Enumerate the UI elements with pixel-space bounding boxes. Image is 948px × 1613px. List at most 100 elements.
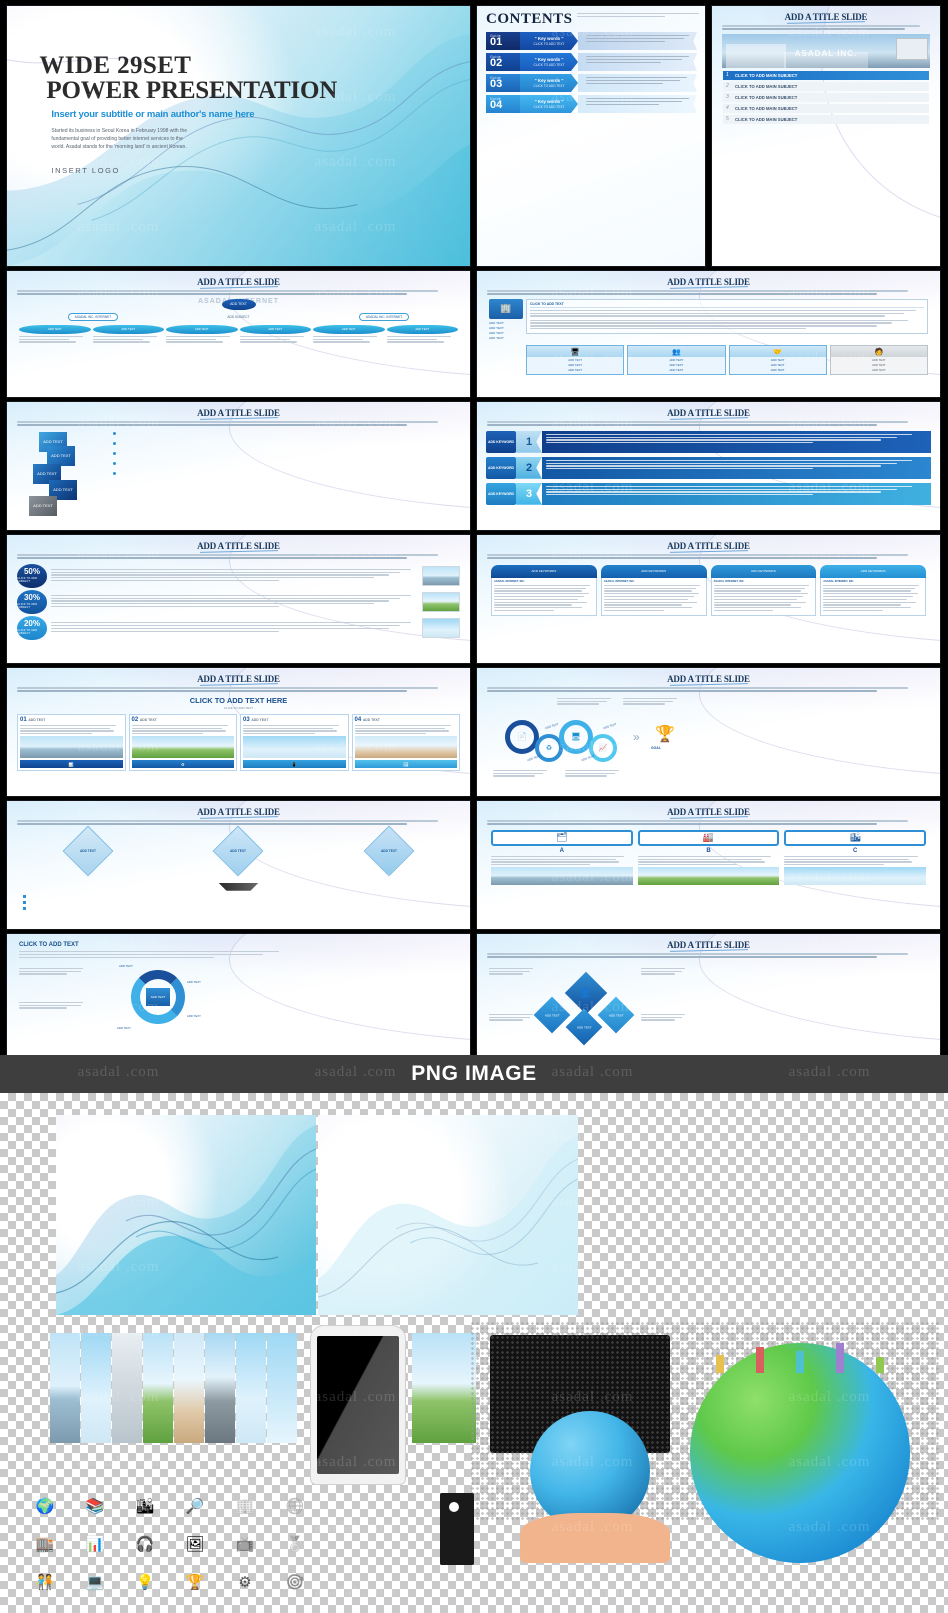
percent-item[interactable]: 30% CLICK TO ADD SUBJECT xyxy=(17,589,460,614)
png-photo-house[interactable] xyxy=(412,1333,476,1443)
org-root-node[interactable]: ADD TEXT xyxy=(13,298,464,310)
org-node[interactable]: ADD TEXT xyxy=(92,324,164,344)
four-card[interactable]: ADD KEYWORDS ASADAL INTERNET, INC. xyxy=(600,564,707,616)
medal-icon[interactable]: 🏅 xyxy=(272,1527,318,1561)
globe-outline-icon[interactable]: 🌐 xyxy=(272,1489,318,1523)
cube-2[interactable]: ADD TEXT xyxy=(47,445,75,466)
org-branch-row: ASADAL INC. INTERNET ADD SUBJECT ASADAL … xyxy=(13,312,464,321)
doc-card[interactable]: 🧑 ADD TEXT ADD TEXT ADD TEXT xyxy=(829,345,928,376)
company-row[interactable]: 1 CLICK TO ADD MAIN SUBJECT xyxy=(723,70,929,80)
png-low-poly-earth[interactable] xyxy=(690,1343,910,1563)
chevron-body xyxy=(542,482,931,505)
contents-row[interactable]: Guide 03 " Key words " CLICK TO ADD TEXT xyxy=(486,74,697,92)
png-image-banner: PNG IMAGE xyxy=(0,1055,948,1093)
trophy-icon[interactable]: 🏆 xyxy=(172,1565,218,1599)
numbered-sub: CLICK TO ADD TEXT xyxy=(223,705,254,710)
abc-icon-box: 🏙 xyxy=(784,829,927,846)
ring-label: ADD TEXT xyxy=(544,721,560,730)
abc-item[interactable]: 🏭 B xyxy=(637,829,780,886)
books-icon[interactable]: 📚 xyxy=(72,1489,118,1523)
company-row[interactable]: 4 CLICK TO ADD MAIN SUBJECT xyxy=(723,103,929,113)
slide-four-cards[interactable]: ADD A TITLE SLIDE ADD KEYWORDS ASADAL IN… xyxy=(476,534,941,664)
percent-text xyxy=(47,622,422,633)
org-branch[interactable]: ASADAL INC. INTERNET xyxy=(67,312,119,321)
png-dark-slab[interactable] xyxy=(440,1493,474,1565)
lightbulb-icon[interactable]: 💡 xyxy=(122,1565,168,1599)
doc-card[interactable]: 👥 ADD TEXT ADD TEXT ADD TEXT xyxy=(627,345,726,376)
slide-diamonds[interactable]: ADD A TITLE SLIDE ADD TEXT ADD TEXT ADD … xyxy=(6,800,471,930)
globe-green-icon[interactable]: 🌍 xyxy=(22,1489,68,1523)
abc-item[interactable]: 🏙 C xyxy=(784,829,927,886)
numbered-card[interactable]: 03 ADD TEXT 📱 xyxy=(240,713,349,772)
presentation-icon[interactable]: 📺 xyxy=(222,1527,268,1561)
slide-diamond-cluster[interactable]: ADD A TITLE SLIDE 👤 ADD TEXT ADD TEXT AD… xyxy=(476,933,941,1063)
chevron-item[interactable]: ADD KEYWORD 1 xyxy=(486,430,931,454)
slide-percent[interactable]: ADD A TITLE SLIDE 50% CLICK TO ADD SUBJE… xyxy=(6,534,471,664)
cluster-item[interactable]: ADD TEXT xyxy=(597,996,635,1034)
city-block-icon[interactable]: 🏙 xyxy=(122,1489,168,1523)
slide-chevrons[interactable]: ADD A TITLE SLIDE ADD KEYWORD 1 ADD KEYW… xyxy=(476,401,941,531)
contents-row[interactable]: Guide 04 " Key words " CLICK TO ADD TEXT xyxy=(486,95,697,113)
slide-org-chart[interactable]: ADD A TITLE SLIDE ASADAL INTERNET ADD TE… xyxy=(6,270,471,398)
diamond-item[interactable]: ADD TEXT xyxy=(363,825,415,877)
numbered-card[interactable]: 01 ADD TEXT 📊 xyxy=(17,713,126,772)
org-branch[interactable]: ASADAL INC. INTERNET xyxy=(358,312,410,321)
bar-chart-icon[interactable]: 📊 xyxy=(72,1527,118,1561)
doc-card[interactable]: 🖥 ADD TEXT ADD TEXT ADD TEXT xyxy=(526,345,625,376)
contents-row[interactable]: Guide 01 " Key words " CLICK TO ADD TEXT xyxy=(486,32,697,50)
chevron-item[interactable]: ADD KEYWORD 2 xyxy=(486,456,931,480)
slide-doc-panel[interactable]: ADD A TITLE SLIDE 🏢 ADD TEXT ADD TEXT AD… xyxy=(476,270,941,398)
four-card[interactable]: ADD KEYWORDS ASADAL INTERNET, INC. xyxy=(491,564,597,616)
png-photo-strip[interactable] xyxy=(50,1333,300,1443)
percent-item[interactable]: 20% CLICK TO ADD SUBJECT xyxy=(17,615,460,640)
png-phone-mockup[interactable] xyxy=(310,1325,406,1485)
book-search-icon[interactable]: 🔎 xyxy=(172,1489,218,1523)
numbered-card[interactable]: 04 ADD TEXT 🖼 xyxy=(351,713,460,772)
cluster-item[interactable]: ADD TEXT xyxy=(533,996,571,1034)
diamond-item[interactable]: ADD TEXT xyxy=(62,825,114,877)
company-row[interactable]: 3 CLICK TO ADD MAIN SUBJECT xyxy=(723,92,929,102)
four-card[interactable]: ADD KEYWORDS ASADAL INTERNET, INC. xyxy=(710,564,817,616)
target-icon[interactable]: 🎯 xyxy=(272,1565,318,1599)
org-node[interactable]: ADD TEXT xyxy=(386,324,458,344)
org-node[interactable]: ADD TEXT xyxy=(166,324,238,344)
bullet-icon xyxy=(113,431,116,435)
png-wave-background-dark[interactable] xyxy=(56,1115,316,1315)
slide-cubes[interactable]: ADD A TITLE SLIDE ADD TEXT ADD TEXT ADD … xyxy=(6,401,471,531)
slide-numbered-cards[interactable]: ADD A TITLE SLIDE CLICK TO ADD TEXT HERE… xyxy=(6,667,471,797)
slide-abc-boxes[interactable]: ADD A TITLE SLIDE 🗂 A 🏭 B 🏙 C xyxy=(476,800,941,930)
gears-icon[interactable]: ⚙ xyxy=(222,1565,268,1599)
org-node[interactable]: ADD TEXT xyxy=(313,324,385,344)
cubes-text-list xyxy=(113,430,464,522)
org-node[interactable]: ADD TEXT xyxy=(19,324,91,344)
org-node[interactable]: ADD TEXT xyxy=(239,324,311,344)
company-row[interactable]: 5 CLICK TO ADD MAIN SUBJECT xyxy=(723,114,929,124)
abc-item[interactable]: 🗂 A xyxy=(491,829,633,886)
png-wave-background-light[interactable] xyxy=(318,1115,578,1315)
landscape-photo-icon[interactable]: 🖼 xyxy=(172,1527,218,1561)
org-branch[interactable]: ADD SUBJECT xyxy=(227,313,249,321)
four-card[interactable]: ADD KEYWORDS ASADAL INTERNET, INC. xyxy=(820,564,926,616)
buildings-icon[interactable]: 🏬 xyxy=(22,1527,68,1561)
slide-contents[interactable]: CONTENTS Guide 01 " Key words " CLICK TO xyxy=(476,5,706,267)
cube-5[interactable]: ADD TEXT xyxy=(29,495,57,516)
headset-icon[interactable]: 🎧 xyxy=(122,1527,168,1561)
laptop-chart-icon[interactable]: 💻 xyxy=(72,1565,118,1599)
chevron-item[interactable]: ADD KEYWORD 3 xyxy=(486,482,931,506)
contents-row[interactable]: Guide 02 " Key words " CLICK TO ADD TEXT xyxy=(486,53,697,71)
doc-card[interactable]: 🤝 ADD TEXT ADD TEXT ADD TEXT xyxy=(728,345,827,376)
percent-item[interactable]: 50% CLICK TO ADD SUBJECT xyxy=(17,563,460,588)
doc-side-item[interactable]: ADD TEXT xyxy=(489,336,523,341)
cluster-center[interactable]: 👤 xyxy=(564,971,608,1014)
handshake-icon[interactable]: 🧑‍🤝‍🧑 xyxy=(22,1565,68,1599)
four-card-badge: ADD KEYWORDS xyxy=(820,564,926,578)
slide-title[interactable]: WIDE 29SET POWER PRESENTATION Insert you… xyxy=(6,5,471,267)
slide-company-list[interactable]: ADD A TITLE SLIDE ASADAL INC. 1 CLICK TO… xyxy=(711,5,941,267)
building-chart-icon[interactable]: 🏢 xyxy=(222,1489,268,1523)
company-row[interactable]: 2 CLICK TO ADD MAIN SUBJECT xyxy=(723,81,929,91)
slide-cycle[interactable]: CLICK TO ADD TEXT ADD TEXT ADD TEXT ADD … xyxy=(6,933,471,1063)
slide-rings[interactable]: ADD A TITLE SLIDE 📄 ♻ 🖥 📈 » 🏆 GOAL ADD T… xyxy=(476,667,941,797)
diamond-footer xyxy=(23,882,454,910)
numbered-card[interactable]: 02 ADD TEXT ♻ xyxy=(128,713,237,772)
diamond-item[interactable]: ADD TEXT xyxy=(213,825,264,877)
